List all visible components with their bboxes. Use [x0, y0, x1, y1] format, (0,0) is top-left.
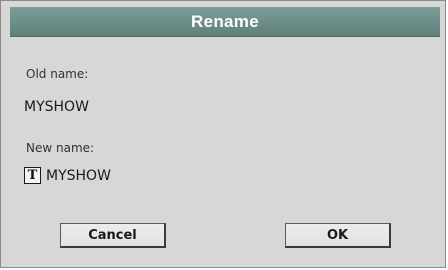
text-edit-icon[interactable]: T: [24, 167, 41, 184]
rename-dialog: Rename Old name: MYSHOW New name: T MYSH…: [0, 0, 446, 268]
old-name-label: Old name:: [26, 67, 89, 81]
dialog-title-bar: Rename: [10, 7, 440, 37]
dialog-body: Old name: MYSHOW New name: T MYSHOW Canc…: [10, 37, 440, 259]
new-name-field[interactable]: T MYSHOW: [24, 167, 111, 184]
cancel-button[interactable]: Cancel: [60, 223, 166, 248]
dialog-title: Rename: [191, 11, 259, 31]
ok-button[interactable]: OK: [285, 223, 391, 248]
old-name-value: MYSHOW: [24, 99, 89, 115]
new-name-value[interactable]: MYSHOW: [46, 168, 111, 184]
new-name-label: New name:: [26, 141, 95, 155]
